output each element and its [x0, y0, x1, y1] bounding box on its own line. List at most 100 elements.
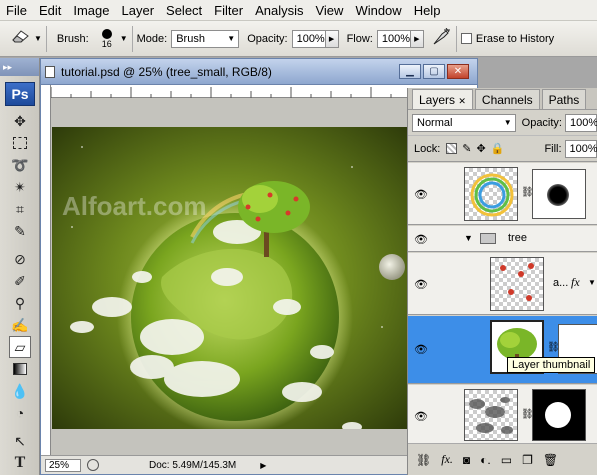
magic-wand-icon[interactable]: ✴	[9, 176, 31, 198]
lock-transparent-icon[interactable]	[446, 143, 458, 154]
menu-edit[interactable]: Edit	[33, 0, 67, 21]
brush-tool-icon[interactable]: ✐	[9, 270, 31, 292]
maximize-button[interactable]: ▢	[423, 64, 445, 79]
layer-group-tree[interactable]: 👁 ▼ tree	[408, 226, 597, 252]
brush-picker[interactable]: 16	[97, 28, 117, 49]
tool-preset-arrow-icon[interactable]: ▼	[34, 34, 42, 43]
group-name: tree	[508, 232, 527, 244]
crop-tool-icon[interactable]: ⌗	[9, 198, 31, 220]
brush-picker-arrow-icon[interactable]: ▼	[120, 34, 128, 43]
healing-brush-icon[interactable]: ⊘	[9, 248, 31, 270]
menu-select[interactable]: Select	[160, 0, 208, 21]
erase-history-checkbox[interactable]	[460, 33, 472, 44]
layer-row-apples[interactable]: 👁 a... fx ▼	[408, 253, 597, 315]
brush-size: 16	[101, 38, 112, 49]
new-layer-icon[interactable]: ❐	[522, 453, 533, 467]
history-brush-icon[interactable]: ✍	[9, 314, 31, 336]
move-tool-icon[interactable]: ✥	[9, 110, 31, 132]
layer-mask-thumbnail[interactable]	[532, 389, 586, 441]
menu-file[interactable]: File	[0, 0, 33, 21]
add-mask-icon[interactable]: ◙	[463, 453, 470, 467]
zoom-level[interactable]: 25%	[45, 458, 81, 472]
layer-opacity-input[interactable]: 100%	[565, 113, 597, 132]
fill-value: 100%	[569, 142, 597, 155]
gradient-tool-icon[interactable]	[9, 358, 31, 380]
mode-select[interactable]: Brush ▼	[171, 29, 240, 48]
layer-thumbnail-tooltip: Layer thumbnail	[507, 357, 596, 373]
flow-input[interactable]: 100%	[376, 29, 411, 48]
visibility-eye-icon[interactable]: 👁	[412, 232, 430, 246]
close-button[interactable]: ✕	[447, 64, 469, 79]
visibility-eye-icon[interactable]: 👁	[412, 409, 430, 423]
status-menu-icon[interactable]	[87, 459, 99, 471]
lock-position-icon[interactable]: ✥	[477, 142, 486, 155]
dodge-tool-icon[interactable]: ◔	[9, 402, 31, 424]
type-tool-icon[interactable]: T	[9, 452, 31, 474]
menu-help[interactable]: Help	[408, 0, 447, 21]
layer-thumbnail[interactable]	[490, 257, 544, 311]
layer-opacity-label: Opacity:	[521, 116, 562, 129]
group-expand-icon[interactable]: ▼	[464, 233, 473, 243]
adjustment-layer-icon[interactable]: ◐.	[480, 453, 491, 467]
lock-pixels-icon[interactable]: ✎	[462, 142, 471, 155]
eyedropper-icon[interactable]: ✎	[9, 220, 31, 242]
menu-analysis[interactable]: Analysis	[249, 0, 309, 21]
tab-channels[interactable]: Channels	[474, 89, 540, 109]
lock-all-icon[interactable]: 🔒	[491, 142, 505, 155]
effects-expand-icon[interactable]: ▼	[588, 278, 596, 287]
status-arrow-icon[interactable]: ▶	[260, 461, 266, 470]
menu-window[interactable]: Window	[349, 0, 407, 21]
image-canvas[interactable]: Alfoart.com	[52, 127, 410, 429]
menu-bar: File Edit Image Layer Select Filter Anal…	[0, 0, 597, 21]
toolbox-grip[interactable]: ▸▸	[0, 58, 39, 76]
divider	[45, 25, 47, 52]
menu-filter[interactable]: Filter	[208, 0, 249, 21]
flow-slider-button[interactable]: ▶	[410, 29, 424, 48]
opacity-slider-button[interactable]: ▶	[325, 29, 339, 48]
blur-tool-icon[interactable]: 💧	[9, 380, 31, 402]
airbrush-icon[interactable]	[432, 27, 452, 49]
flow-value: 100%	[381, 32, 410, 45]
path-selection-icon[interactable]: ↖	[9, 430, 31, 452]
visibility-eye-icon[interactable]: 👁	[412, 277, 430, 291]
tab-paths[interactable]: Paths	[541, 89, 587, 109]
menu-view[interactable]: View	[309, 0, 349, 21]
opacity-input[interactable]: 100%	[291, 29, 326, 48]
layer-mask-thumbnail[interactable]	[532, 169, 586, 219]
layer-thumbnail[interactable]	[464, 167, 518, 221]
lasso-tool-icon[interactable]: ➰	[9, 154, 31, 176]
fx-icon[interactable]: fx	[571, 275, 580, 290]
eraser-tool-icon[interactable]: ▱	[9, 336, 31, 358]
marquee-tool-icon[interactable]	[9, 132, 31, 154]
mode-label: Mode:	[136, 32, 168, 45]
chevron-down-icon: ▼	[503, 118, 512, 127]
menu-layer[interactable]: Layer	[116, 0, 161, 21]
watermark-text: Alfoart.com	[62, 191, 207, 221]
document-titlebar[interactable]: tutorial.psd @ 25% (tree_small, RGB/8) ▁…	[41, 59, 477, 85]
link-layers-icon[interactable]: ⛓	[416, 453, 431, 467]
layer-row-rainbow[interactable]: 👁 ⛓	[408, 163, 597, 225]
blend-mode-select[interactable]: Normal ▼	[412, 113, 516, 132]
eraser-tool-preset-icon[interactable]	[10, 27, 32, 50]
options-bar: ▼ Brush: 16 ▼ Mode: Brush ▼ Opacity: 100…	[0, 21, 597, 57]
layer-row-tree-small[interactable]: 👁 ⛓	[408, 316, 597, 384]
menu-image[interactable]: Image	[67, 0, 115, 21]
trash-icon[interactable]: 🗑	[543, 453, 558, 467]
visibility-eye-icon[interactable]: 👁	[412, 187, 430, 201]
ps-logo[interactable]: Ps	[5, 82, 35, 106]
tab-layers[interactable]: Layers ✕	[412, 89, 473, 109]
fill-input[interactable]: 100%	[564, 139, 597, 158]
clone-stamp-icon[interactable]: ⚲	[9, 292, 31, 314]
visibility-eye-icon[interactable]: 👁	[412, 342, 430, 356]
lock-row: Lock: ✎ ✥ 🔒 Fill: 100%	[408, 136, 597, 162]
brush-label: Brush:	[56, 32, 89, 45]
minimize-button[interactable]: ▁	[399, 64, 421, 79]
new-group-icon[interactable]: ▭	[501, 453, 512, 467]
divider	[131, 25, 133, 52]
divider	[455, 25, 457, 52]
layers-panel-footer: ⛓ fx. ◙ ◐. ▭ ❐ 🗑	[408, 443, 597, 475]
close-tab-icon[interactable]: ✕	[458, 96, 466, 106]
add-style-icon[interactable]: fx.	[441, 452, 453, 467]
layer-thumbnail[interactable]	[464, 389, 518, 441]
layer-row-clouds[interactable]: 👁 ⛓	[408, 385, 597, 445]
